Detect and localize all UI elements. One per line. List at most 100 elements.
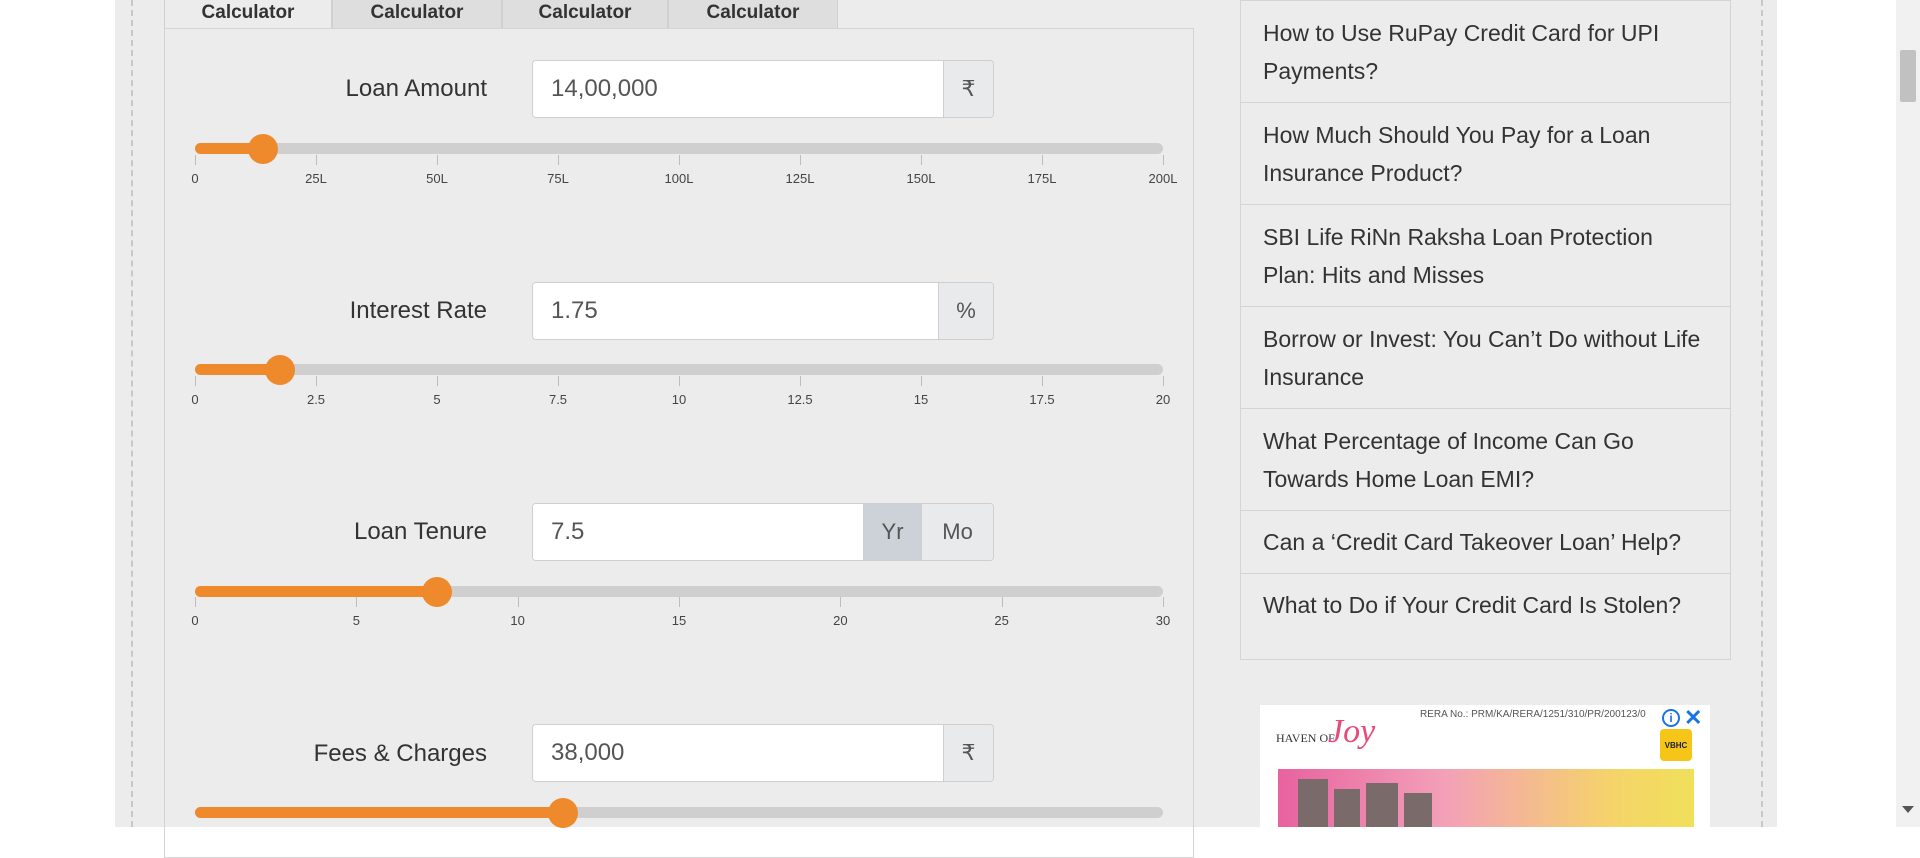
ad-badge-logo: VBHC <box>1660 729 1692 761</box>
loan-amount-slider[interactable] <box>195 134 1163 164</box>
page-scrollbar[interactable] <box>1896 0 1920 827</box>
slider-tick-label: 150L <box>906 171 936 186</box>
slider-tick <box>195 376 196 386</box>
list-item[interactable]: How to Use RuPay Credit Card for UPI Pay… <box>1241 0 1730 102</box>
loan-tenure-input-group: Yr Mo <box>532 503 994 561</box>
related-articles-list: How to Use RuPay Credit Card for UPI Pay… <box>1240 0 1731 660</box>
slider-tick-label: 5 <box>352 613 360 628</box>
list-item[interactable]: What Percentage of Income Can Go Towards… <box>1241 408 1730 510</box>
slider-handle[interactable] <box>547 798 578 828</box>
interest-rate-ticks: 0 2.5 5 7.5 10 12.5 15 17.5 20 <box>191 376 1170 407</box>
scroll-down-arrow-icon[interactable] <box>1902 806 1914 813</box>
year-toggle-button[interactable]: Yr <box>863 504 922 560</box>
slider-fill <box>195 807 563 818</box>
fees-charges-label: Fees & Charges <box>313 740 487 767</box>
interest-rate-label: Interest Rate <box>349 297 487 324</box>
tab-calculator-1[interactable]: Calculator <box>164 0 332 28</box>
ad-rera-text: RERA No.: PRM/KA/RERA/1251/310/PR/200123… <box>1420 709 1646 720</box>
slider-tick-label: 0 <box>191 392 199 407</box>
slider-tick <box>437 155 438 165</box>
ad-brand-script: Joy <box>1328 713 1376 750</box>
slider-tick-label: 10 <box>671 392 687 407</box>
slider-tick <box>356 597 358 607</box>
tab-calculator-4[interactable]: Calculator <box>668 0 838 28</box>
advertisement[interactable]: RERA No.: PRM/KA/RERA/1251/310/PR/200123… <box>1260 705 1710 827</box>
left-dashed-border <box>131 0 133 827</box>
slider-tick-label: 20 <box>833 613 848 628</box>
fees-charges-input[interactable] <box>533 725 943 781</box>
slider-tick-label: 12.5 <box>787 392 813 407</box>
slider-tick <box>558 155 559 165</box>
loan-tenure-ticks: 0 5 10 15 20 25 30 <box>191 597 1170 628</box>
slider-track <box>195 364 1163 375</box>
ad-banner-image <box>1278 769 1694 827</box>
slider-tick <box>840 597 842 607</box>
slider-tick-label: 10 <box>510 613 525 628</box>
fees-charges-slider[interactable] <box>195 798 1163 828</box>
ad-info-icon[interactable]: i <box>1662 709 1680 727</box>
slider-tick-label: 0 <box>191 613 199 628</box>
tab-calculator-2[interactable]: Calculator <box>332 0 502 28</box>
slider-tick <box>195 597 196 607</box>
slider-tick-label: 15 <box>671 613 687 628</box>
slider-tick-label: 20 <box>1155 392 1171 407</box>
slider-tick <box>679 376 680 386</box>
slider-tick <box>558 376 559 386</box>
slider-tick <box>316 155 317 165</box>
slider-tick <box>679 597 680 607</box>
slider-tick-label: 25L <box>305 171 327 186</box>
ad-building <box>1404 793 1432 827</box>
month-toggle-button[interactable]: Mo <box>921 504 993 560</box>
list-item[interactable]: SBI Life RiNn Raksha Loan Protection Pla… <box>1241 204 1730 306</box>
slider-tick <box>800 155 801 165</box>
percent-addon: % <box>938 283 993 339</box>
slider-tick-label: 5 <box>433 392 441 407</box>
slider-fill <box>195 586 437 597</box>
list-item[interactable]: Can a ‘Credit Card Takeover Loan’ Help? <box>1241 510 1730 573</box>
slider-tick-label: 17.5 <box>1029 392 1055 407</box>
slider-tick-label: 2.5 <box>306 392 326 407</box>
slider-tick <box>195 155 196 165</box>
slider-tick <box>1042 155 1043 165</box>
loan-amount-ticks: 0 25L 50L 75L 100L 125L 150L 175L 200L <box>191 155 1177 186</box>
loan-tenure-slider[interactable] <box>195 577 1163 607</box>
list-item[interactable]: How Much Should You Pay for a Loan Insur… <box>1241 102 1730 204</box>
list-item[interactable]: Borrow or Invest: You Can’t Do without L… <box>1241 306 1730 408</box>
slider-tick <box>316 376 317 386</box>
slider-tick <box>437 376 438 386</box>
slider-tick <box>1163 597 1164 607</box>
rupee-addon: ₹ <box>943 725 993 781</box>
slider-tick <box>1163 376 1164 386</box>
slider-tick-label: 0 <box>191 171 199 186</box>
right-dashed-border <box>1761 0 1763 827</box>
slider-tick-label: 200L <box>1148 171 1178 186</box>
slider-tick <box>679 155 680 165</box>
ad-close-icon[interactable]: ✕ <box>1684 705 1702 731</box>
slider-tick-label: 25 <box>994 613 1009 628</box>
tab-calculator-3[interactable]: Calculator <box>502 0 668 28</box>
ad-building <box>1334 789 1360 827</box>
slider-track <box>195 143 1163 154</box>
slider-tick <box>517 597 519 607</box>
slider-tick-label: 100L <box>664 171 694 186</box>
slider-tick <box>1001 597 1003 607</box>
list-item[interactable]: What to Do if Your Credit Card Is Stolen… <box>1241 573 1730 636</box>
interest-rate-input[interactable] <box>533 283 938 339</box>
slider-tick-label: 175L <box>1027 171 1057 186</box>
slider-tick-label: 30 <box>1155 613 1171 628</box>
interest-rate-input-group: % <box>532 282 994 340</box>
loan-amount-input-group: ₹ <box>532 60 994 118</box>
slider-tick-label: 50L <box>426 171 448 186</box>
ad-brand-small: HAVEN OF <box>1276 731 1335 745</box>
slider-tick <box>1163 155 1164 165</box>
slider-tick <box>800 376 801 386</box>
slider-tick-label: 125L <box>785 171 815 186</box>
loan-tenure-input[interactable] <box>533 504 863 560</box>
loan-tenure-label: Loan Tenure <box>353 518 487 545</box>
interest-rate-slider[interactable] <box>195 355 1163 385</box>
scrollbar-thumb[interactable] <box>1900 50 1916 102</box>
slider-tick <box>921 155 922 165</box>
loan-amount-input[interactable] <box>533 61 943 117</box>
ad-building <box>1366 783 1398 827</box>
rupee-addon: ₹ <box>943 61 993 117</box>
